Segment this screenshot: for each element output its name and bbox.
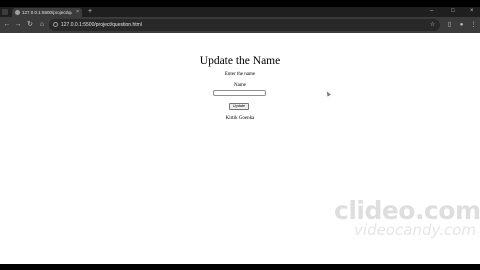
close-tab-icon[interactable]: × <box>76 9 79 16</box>
active-tab[interactable]: 127.0.0.1:5500/project/questi... × <box>12 8 82 17</box>
update-button[interactable]: Update <box>229 103 249 110</box>
globe-icon <box>15 10 20 15</box>
tab-strip: 127.0.0.1:5500/project/questi... × + – □… <box>0 7 480 17</box>
home-icon[interactable]: ⌂ <box>37 20 47 30</box>
forward-icon[interactable]: → <box>13 20 23 30</box>
maximize-button[interactable]: □ <box>451 7 455 16</box>
name-input[interactable] <box>213 90 266 96</box>
reload-icon[interactable]: ↻ <box>25 20 35 30</box>
browser-toolbar: ← → ↻ ⌂ 127.0.0.1:5500/project/question.… <box>0 17 480 33</box>
bookmark-star-icon[interactable]: ☆ <box>428 20 437 30</box>
displayed-name: Kirtik Goenka <box>225 116 255 121</box>
close-window-button[interactable]: × <box>470 7 474 16</box>
back-icon[interactable]: ← <box>2 20 12 30</box>
name-label: Name <box>234 83 246 88</box>
url-text[interactable]: 127.0.0.1:5500/project/question.html <box>61 19 142 31</box>
new-tab-button[interactable]: + <box>88 8 92 16</box>
mouse-cursor-icon <box>325 90 331 97</box>
profile-icon[interactable]: ● <box>457 20 466 30</box>
minimize-button[interactable]: – <box>430 7 433 16</box>
page-title: Update the Name <box>199 54 281 67</box>
videocandy-watermark: videocandy.com <box>354 221 476 239</box>
screen: { "browser": { "tab_title": "127.0.0.1:5… <box>0 0 480 270</box>
address-bar[interactable]: 127.0.0.1:5500/project/question.html <box>49 19 440 31</box>
side-panel-icon[interactable]: ▯ <box>445 20 454 30</box>
tab-search-icon[interactable] <box>2 9 8 15</box>
menu-icon[interactable]: ⋮ <box>469 20 478 30</box>
tab-title: 127.0.0.1:5500/project/questi... <box>22 10 72 15</box>
site-info-icon[interactable] <box>53 22 58 27</box>
enter-name-text: Enter the name <box>224 72 256 77</box>
